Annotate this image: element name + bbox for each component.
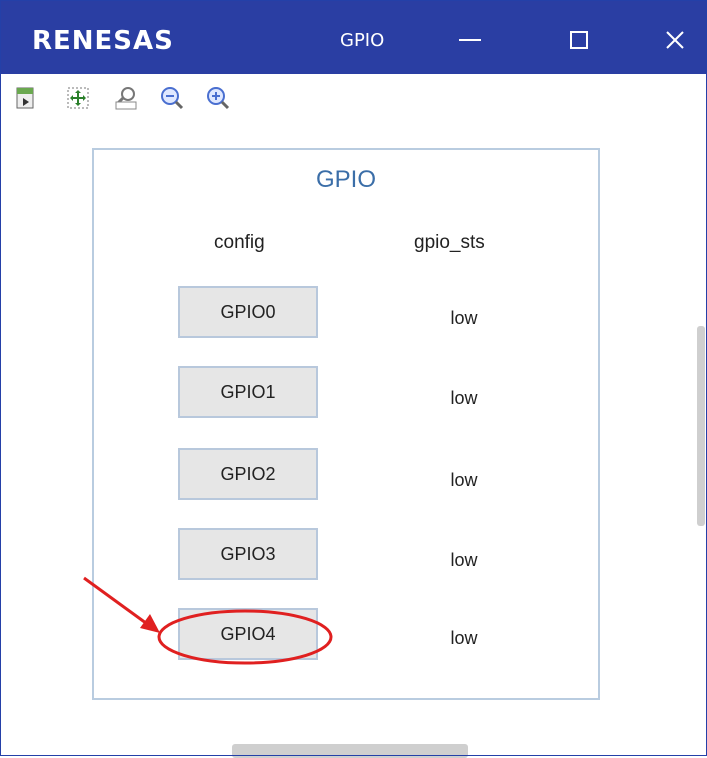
gpio2-status: low <box>450 470 478 490</box>
minimize-icon <box>459 39 481 41</box>
fit-to-window-button[interactable] <box>66 86 90 110</box>
gpio2-button[interactable]: GPIO2 <box>178 448 318 500</box>
zoom-100-icon <box>115 87 137 110</box>
gpio-panel: GPIO config gpio_sts GPIO0 low GPIO1 low… <box>92 148 600 700</box>
gpio1-status: low <box>450 388 478 408</box>
zoom-in-icon <box>207 87 230 110</box>
title-bar: RENESAS GPIO <box>0 0 707 74</box>
close-button[interactable] <box>650 18 700 62</box>
toolbar <box>0 76 707 120</box>
config-column-header: config <box>214 232 265 253</box>
zoom-in-button[interactable] <box>206 86 230 110</box>
renesas-logo: RENESAS <box>32 26 174 56</box>
minimize-button[interactable] <box>445 18 495 62</box>
gpio3-status: low <box>450 550 478 570</box>
gpio-sts-column-header: gpio_sts <box>414 232 485 253</box>
panel-title: GPIO <box>315 166 376 193</box>
gpio0-button[interactable]: GPIO0 <box>178 286 318 338</box>
zoom-out-icon <box>161 87 184 110</box>
vertical-scrollbar[interactable] <box>697 326 705 526</box>
zoom-100-button[interactable] <box>114 86 138 110</box>
gpio3-button[interactable]: GPIO3 <box>178 528 318 580</box>
window-title: GPIO <box>340 30 385 51</box>
zoom-out-button[interactable] <box>160 86 184 110</box>
gpio4-button[interactable]: GPIO4 <box>178 608 318 660</box>
close-icon <box>666 31 684 49</box>
gpio0-status: low <box>450 308 478 328</box>
gpio1-button[interactable]: GPIO1 <box>178 366 318 418</box>
gpio4-status: low <box>450 628 478 648</box>
maximize-button[interactable] <box>554 18 604 62</box>
maximize-icon <box>570 31 588 49</box>
export-button[interactable] <box>14 86 38 110</box>
export-icon <box>16 87 34 109</box>
fit-to-window-icon <box>67 87 89 109</box>
